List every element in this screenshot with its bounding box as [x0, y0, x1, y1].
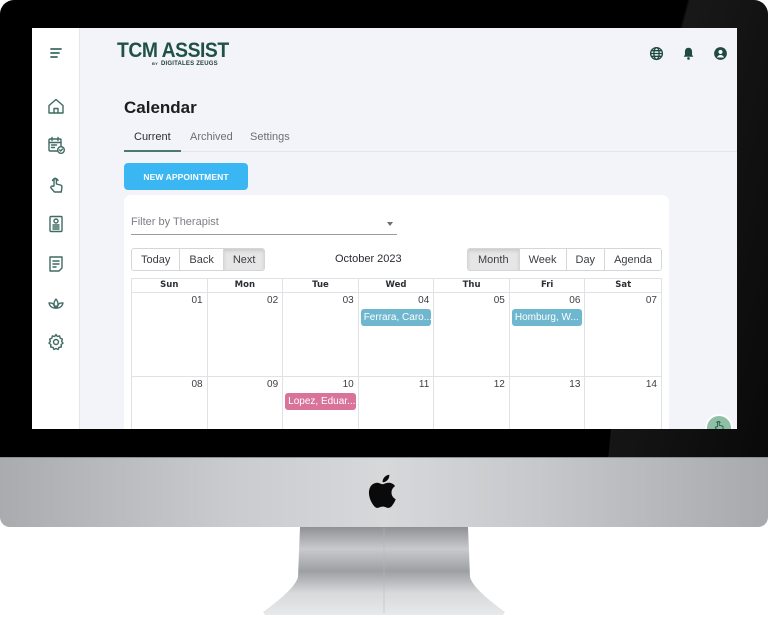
apple-logo-icon: [368, 474, 396, 508]
sidebar-item-settings[interactable]: [44, 332, 68, 356]
weekday-label: Tue: [283, 279, 359, 292]
day-number[interactable]: 07: [646, 295, 657, 306]
day-cell[interactable]: 06 Homburg, W...: [510, 293, 586, 376]
weekday-label: Sat: [615, 280, 632, 290]
tab-current[interactable]: Current: [124, 126, 181, 152]
tab-settings[interactable]: Settings: [240, 126, 300, 152]
day-number[interactable]: 12: [494, 379, 505, 390]
appointment-event[interactable]: Ferrara, Caro...: [360, 309, 432, 326]
today-button[interactable]: Today: [132, 249, 181, 270]
home-icon: [46, 96, 66, 120]
page-title: Calendar: [124, 98, 197, 117]
day-number[interactable]: 06: [569, 295, 580, 306]
calendar-month-label: October 2023: [335, 253, 402, 265]
chevron-down-icon: [387, 222, 393, 226]
view-month-button[interactable]: Month: [468, 249, 520, 270]
day-number[interactable]: 13: [569, 379, 580, 390]
calendar-check-icon: [46, 135, 66, 159]
day-cell[interactable]: 03: [283, 293, 359, 376]
header-actions: [647, 46, 729, 64]
day-cell[interactable]: 07: [585, 293, 661, 376]
weekday-label: Sun: [132, 279, 208, 292]
day-number[interactable]: 01: [191, 295, 202, 306]
id-document-icon: [46, 214, 66, 238]
therapist-filter-placeholder: Filter by Therapist: [131, 216, 219, 228]
globe-icon: [649, 46, 664, 65]
day-cell[interactable]: 11: [359, 377, 435, 429]
app-screen: TCM ASSIST BY DIGITALES ZEUGS Calendar Cu…: [32, 28, 737, 429]
day-number[interactable]: 09: [267, 379, 278, 390]
next-button[interactable]: Next: [223, 249, 265, 270]
notifications-button[interactable]: [679, 46, 697, 64]
week-row: 08 09 10 Lopez, Eduar... 11 12 13 14: [132, 377, 661, 429]
sidebar-item-notes[interactable]: [44, 254, 68, 278]
view-agenda-button[interactable]: Agenda: [605, 249, 661, 270]
app-logo[interactable]: TCM ASSIST BY DIGITALES ZEUGS: [117, 39, 238, 68]
hand-pointer-icon: [46, 175, 66, 199]
day-cell[interactable]: 05: [434, 293, 510, 376]
sidebar-item-patient-record[interactable]: [44, 214, 68, 238]
therapist-filter-select[interactable]: Filter by Therapist: [131, 213, 397, 235]
day-number[interactable]: 11: [419, 379, 429, 390]
day-number[interactable]: 08: [191, 379, 202, 390]
day-cell[interactable]: 09: [208, 377, 284, 429]
weekday-label: Wed: [359, 279, 435, 292]
calendar-navigation: Today Back Next: [131, 248, 266, 271]
sidebar-item-treatment[interactable]: [44, 175, 68, 199]
logo-by: BY: [152, 61, 158, 66]
day-number[interactable]: 03: [343, 295, 354, 306]
week-row: 01 02 03 04 Ferrara, Caro... 05 06 Homburg…: [132, 293, 661, 377]
logo-title: TCM ASSIST: [117, 39, 229, 62]
sidebar-item-calendar[interactable]: [44, 135, 68, 159]
day-number[interactable]: 04: [418, 295, 429, 306]
day-number[interactable]: 05: [494, 295, 505, 306]
logo-company: DIGITALES ZEUGS: [160, 61, 218, 67]
day-cell[interactable]: 02: [208, 293, 284, 376]
month-grid: Sun Mon Tue Wed Thu Fri Sat 01 02 03 04 F…: [131, 278, 662, 429]
sidebar-item-home[interactable]: [44, 96, 68, 120]
tab-archived[interactable]: Archived: [180, 126, 243, 152]
new-appointment-button[interactable]: NEW APPOINTMENT: [124, 163, 248, 190]
day-number[interactable]: 10: [343, 379, 354, 390]
day-number[interactable]: 02: [267, 295, 278, 306]
calendar-card: Filter by Therapist Today Back Next Octo…: [124, 195, 669, 429]
calendar-view-switcher: Month Week Day Agenda: [467, 248, 662, 271]
logo-subtitle: BY DIGITALES ZEUGS: [152, 61, 218, 67]
day-cell[interactable]: 14: [585, 377, 661, 429]
day-cell[interactable]: 08: [132, 377, 208, 429]
bell-icon: [681, 46, 696, 65]
page-tabs: Current Archived Settings: [124, 126, 737, 152]
day-number[interactable]: 14: [646, 379, 657, 390]
view-week-button[interactable]: Week: [519, 249, 567, 270]
day-cell[interactable]: 01: [132, 293, 208, 376]
appointment-event[interactable]: Lopez, Eduar...: [285, 393, 356, 410]
lotus-icon: [46, 293, 66, 317]
weekday-label: Fri: [510, 279, 586, 292]
sidebar-item-herbs[interactable]: [44, 293, 68, 317]
day-cell[interactable]: 10 Lopez, Eduar...: [283, 377, 359, 429]
notes-icon: [46, 254, 66, 278]
language-button[interactable]: [647, 46, 665, 64]
account-button[interactable]: [711, 46, 729, 64]
account-icon: [713, 46, 728, 65]
gear-icon: [46, 332, 66, 356]
weekday-header: Sun Mon Tue Wed Thu Fri Sat: [132, 279, 661, 293]
hamburger-menu-icon: [46, 43, 66, 67]
weekday-label: Mon: [208, 279, 284, 292]
floating-action-button[interactable]: [705, 414, 733, 429]
back-button[interactable]: Back: [180, 249, 224, 270]
day-cell[interactable]: 13: [510, 377, 586, 429]
day-cell[interactable]: 04 Ferrara, Caro...: [359, 293, 435, 376]
hand-pointer-icon: [712, 416, 726, 429]
day-cell[interactable]: 12: [434, 377, 510, 429]
view-day-button[interactable]: Day: [566, 249, 606, 270]
appointment-event[interactable]: Homburg, W...: [511, 309, 583, 326]
sidebar-menu-toggle[interactable]: [44, 43, 68, 67]
weekday-label: Thu: [434, 279, 510, 292]
monitor-stand: [263, 527, 505, 615]
sidebar: [32, 28, 80, 429]
